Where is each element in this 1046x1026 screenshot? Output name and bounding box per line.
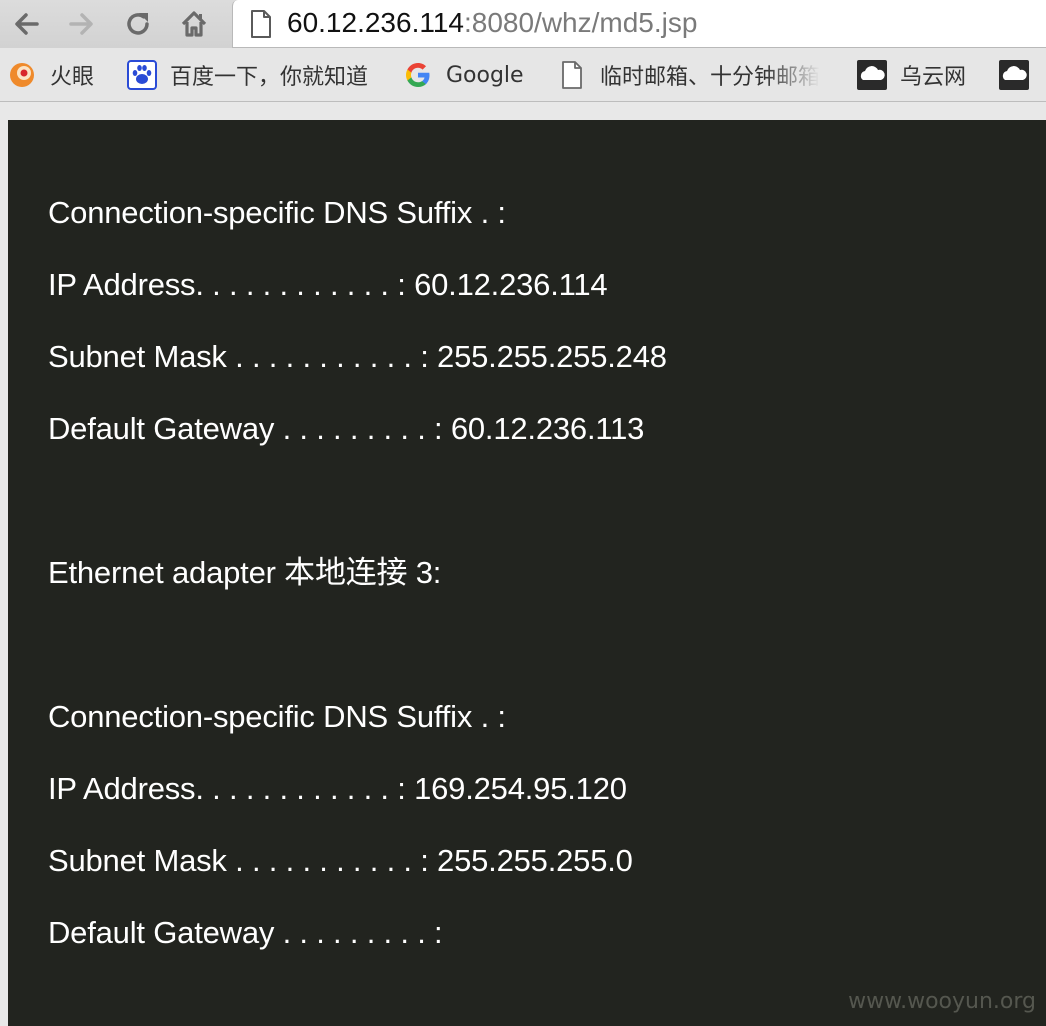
dns-suffix-line-1: Connection-specific DNS Suffix . : (48, 195, 506, 230)
address-bar[interactable]: 60.12.236.114:8080/whz/md5.jsp (232, 0, 1046, 48)
reload-icon (127, 13, 149, 35)
url-host: 60.12.236.114 (287, 7, 464, 38)
bookmark-baidu[interactable]: 百度一下，你就知道 (126, 58, 368, 92)
baidu-paw-icon (126, 59, 158, 91)
bookmark-label: Google (446, 62, 524, 88)
page-content: Connection-specific DNS Suffix . : IP Ad… (8, 120, 1046, 1026)
reload-button[interactable] (118, 4, 158, 44)
dns-suffix-line-2: Connection-specific DNS Suffix . : (48, 699, 506, 734)
url-path: :8080/whz/md5.jsp (463, 7, 698, 38)
document-icon (556, 59, 588, 91)
ethernet-adapter-heading: Ethernet adapter 本地连接 3: (48, 555, 442, 590)
browser-toolbar: 60.12.236.114:8080/whz/md5.jsp (0, 0, 1046, 48)
back-button[interactable] (6, 4, 46, 44)
bookmark-google[interactable]: Google (402, 58, 524, 92)
google-icon (402, 59, 434, 91)
bookmark-label: 火眼 (50, 65, 95, 90)
huoyan-icon (6, 59, 38, 91)
wooyun-cloud-icon (998, 59, 1030, 91)
bookmark-huoyan[interactable]: 火眼 (6, 58, 94, 92)
home-button[interactable] (174, 4, 214, 44)
home-icon (181, 11, 207, 37)
bookmark-label: 临时邮箱、十分钟邮箱 (600, 65, 821, 90)
forward-arrow-icon (69, 13, 93, 35)
bookmark-temp-mail[interactable]: 临时邮箱、十分钟邮箱 (556, 58, 820, 92)
ip-address-line-1: IP Address. . . . . . . . . . . . : 60.1… (48, 267, 608, 302)
subnet-mask-line-1: Subnet Mask . . . . . . . . . . . : 255.… (48, 339, 667, 374)
bookmark-overflow[interactable] (998, 58, 1042, 92)
gateway-line-2: Default Gateway . . . . . . . . . : (48, 915, 443, 950)
subnet-mask-line-2: Subnet Mask . . . . . . . . . . . : 255.… (48, 843, 633, 878)
bookmark-label: 百度一下，你就知道 (170, 65, 369, 90)
wooyun-cloud-icon (856, 59, 888, 91)
bookmark-wooyun[interactable]: 乌云网 (856, 58, 966, 92)
url-text: 60.12.236.114:8080/whz/md5.jsp (287, 8, 697, 38)
back-arrow-icon (15, 13, 39, 35)
bookmark-label: 乌云网 (900, 65, 967, 90)
ip-address-line-2: IP Address. . . . . . . . . . . . : 169.… (48, 771, 627, 806)
page-icon (251, 10, 271, 38)
gateway-line-1: Default Gateway . . . . . . . . . : 60.1… (48, 411, 645, 446)
bookmarks-bar: 火眼 百度一下，你就知道 Google 临时邮箱、十分钟邮箱 乌云网 (0, 48, 1046, 102)
watermark: www.wooyun.org (848, 989, 1036, 1014)
forward-button[interactable] (62, 4, 102, 44)
